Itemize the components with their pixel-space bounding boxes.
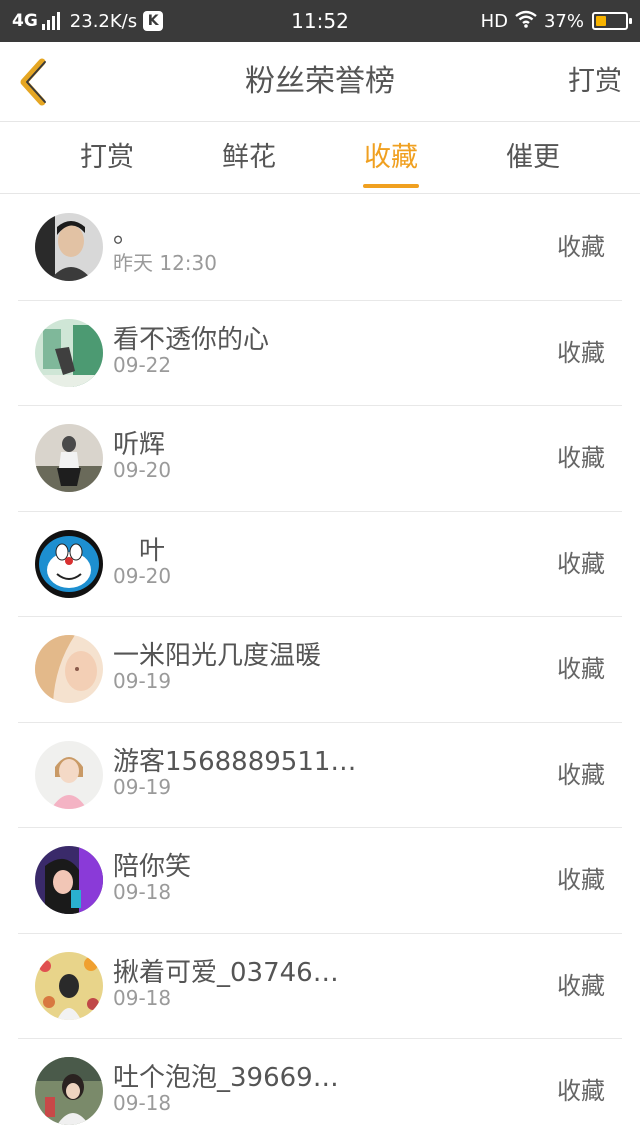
fan-date: 09-18 [113,1091,172,1115]
list-item[interactable]: 听辉 09-20 收藏 [18,406,622,512]
tab-reward[interactable]: 打赏 [47,122,167,194]
list-item[interactable]: 。 昨天 12:30 收藏 [18,195,622,301]
fan-name: 游客1568889511… [113,746,357,777]
avatar[interactable] [35,1057,103,1125]
fan-date: 09-18 [113,880,172,904]
fan-name: 叶 [113,535,166,566]
fan-action-label: 收藏 [557,549,605,578]
tab-flowers[interactable]: 鲜花 [189,122,309,194]
fan-action-label: 收藏 [557,971,605,1000]
avatar[interactable] [35,740,103,809]
tab-label: 打赏 [80,142,134,173]
avatar[interactable] [35,846,103,914]
hd-indicator: HD [480,10,508,32]
fan-name: 听辉 [113,430,166,460]
list-item[interactable]: 游客1568889511… 09-19 收藏 [18,723,622,828]
list-item[interactable]: 吐个泡泡_39669… 09-18 收藏 [18,1039,622,1138]
fan-name: 一米阳光几度温暖 [113,641,322,671]
fan-action-label: 收藏 [557,233,605,261]
fan-date: 09-19 [113,669,172,693]
fan-action-label: 收藏 [557,1077,605,1105]
tab-label: 催更 [506,142,560,173]
wifi-icon [514,10,538,33]
tab-bar: 打赏 鲜花 收藏 催更 [0,122,640,194]
page-title: 粉丝荣誉榜 [245,64,395,99]
fan-action-label: 收藏 [557,655,605,683]
list-item[interactable]: 一米阳光几度温暖 09-19 收藏 [18,617,622,723]
avatar[interactable] [35,951,103,1020]
fan-date: 09-22 [113,352,172,377]
fan-action-label: 收藏 [557,866,605,894]
tab-label: 收藏 [364,142,418,173]
fan-name: 吐个泡泡_39669… [113,1063,339,1093]
tab-urge-update[interactable]: 催更 [473,122,593,194]
fan-date: 09-18 [113,985,172,1010]
fan-list: 。 昨天 12:30 收藏 看不透你的心 09-22 收藏 听辉 09-20 收… [0,195,640,1138]
fan-name: 陪你笑 [113,852,192,882]
list-item[interactable]: 叶 09-20 收藏 [18,512,622,617]
fan-date: 09-20 [113,458,172,482]
battery-percent: 37% [543,10,584,32]
avatar[interactable] [35,424,103,492]
avatar[interactable] [35,318,103,387]
list-item[interactable]: 揪着可爱_03746… 09-18 收藏 [18,934,622,1039]
fan-date: 昨天 12:30 [113,251,217,275]
fan-date: 09-20 [113,563,172,588]
fan-action-label: 收藏 [557,338,605,367]
fan-name: 看不透你的心 [113,324,270,355]
active-tab-indicator [363,184,419,188]
fan-name: 。 [113,219,140,249]
tab-label: 鲜花 [222,142,276,173]
battery-fill [596,16,606,26]
status-bar: 4G 23.2K/s K 11:52 HD 37% [0,0,640,42]
fan-action-label: 收藏 [557,760,605,789]
tab-favorites[interactable]: 收藏 [331,122,451,194]
fan-name: 揪着可爱_03746… [113,957,339,988]
status-right: HD 37% [480,0,632,42]
list-item[interactable]: 看不透你的心 09-22 收藏 [18,301,622,406]
list-item[interactable]: 陪你笑 09-18 收藏 [18,828,622,934]
avatar[interactable] [35,529,103,598]
fan-date: 09-19 [113,774,172,799]
reward-button[interactable]: 打赏 [568,42,622,122]
battery-icon [592,12,632,30]
header: 粉丝荣誉榜 打赏 [0,42,640,122]
avatar[interactable] [35,635,103,703]
avatar[interactable] [35,213,103,281]
fan-action-label: 收藏 [557,444,605,472]
